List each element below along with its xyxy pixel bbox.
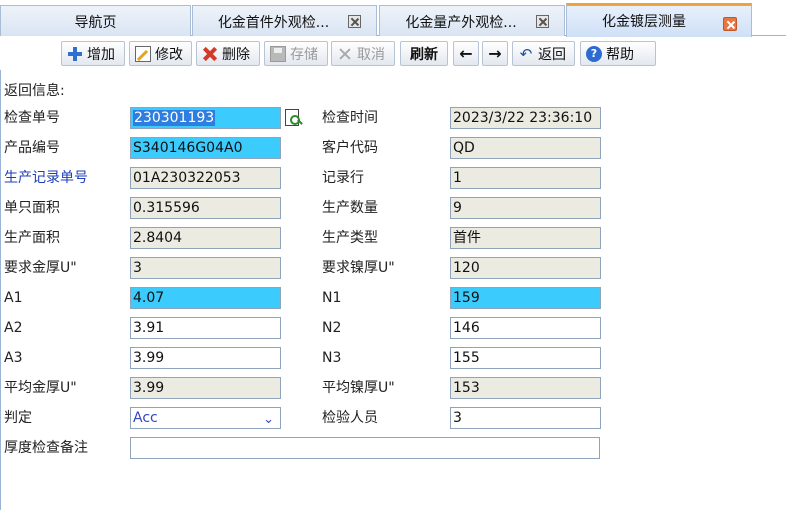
a2-label: A2 <box>4 320 23 336</box>
production-type-label: 生产类型 <box>322 230 378 246</box>
production-record-no-link[interactable]: 生产记录单号 <box>4 168 88 188</box>
refresh-button-label: 刷新 <box>410 46 438 63</box>
back-button-label: 返回 <box>538 46 566 63</box>
customer-code-label: 客户代码 <box>322 140 378 156</box>
thickness-note-field[interactable] <box>130 437 600 459</box>
unit-area-field[interactable]: 0.315596 <box>130 197 281 219</box>
close-icon[interactable] <box>723 17 737 31</box>
n2-label: N2 <box>322 320 342 336</box>
n2-field[interactable]: 146 <box>450 317 601 339</box>
delete-icon <box>202 46 218 62</box>
close-icon[interactable] <box>348 15 361 28</box>
customer-code-field[interactable]: QD <box>450 137 601 159</box>
tab-first-article-inspection[interactable]: 化金首件外观检... <box>192 5 377 36</box>
edit-button[interactable]: 修改 <box>129 41 192 66</box>
tab-plating-measurement[interactable]: 化金镀层测量 <box>566 3 752 37</box>
a1-field[interactable]: 4.07 <box>130 287 281 309</box>
save-icon <box>270 45 286 62</box>
average-gold-label: 平均金厚U" <box>4 380 77 396</box>
production-qty-label: 生产数量 <box>322 200 378 216</box>
add-button[interactable]: 增加 <box>61 41 125 66</box>
a2-field[interactable]: 3.91 <box>130 317 281 339</box>
edit-button-label: 修改 <box>155 46 183 63</box>
help-button-label: 帮助 <box>606 46 634 63</box>
plus-icon <box>67 46 83 62</box>
help-icon: ? <box>586 45 602 62</box>
inspection-no-label: 检查单号 <box>4 110 60 126</box>
a3-label: A3 <box>4 350 23 366</box>
thickness-note-label: 厚度检查备注 <box>4 440 88 456</box>
record-row-field[interactable]: 1 <box>450 167 601 189</box>
help-button[interactable]: ? 帮助 <box>580 41 656 66</box>
edit-icon <box>135 45 151 62</box>
production-area-label: 生产面积 <box>4 230 60 246</box>
inspector-field[interactable]: 3 <box>450 407 601 429</box>
record-row-label: 记录行 <box>322 170 364 186</box>
production-record-no-field[interactable]: 01A230322053 <box>130 167 281 189</box>
n3-field[interactable]: 155 <box>450 347 601 369</box>
production-type-field[interactable]: 首件 <box>450 227 601 249</box>
chevron-down-icon[interactable]: ⌄ <box>263 410 274 428</box>
average-nickel-field[interactable]: 153 <box>450 377 601 399</box>
n1-field[interactable]: 159 <box>450 287 601 309</box>
production-area-field[interactable]: 2.8404 <box>130 227 281 249</box>
next-button[interactable]: → <box>482 41 508 66</box>
left-divider <box>0 70 1 510</box>
close-icon[interactable] <box>536 15 549 28</box>
tab-plating-measurement-label: 化金镀层测量 <box>602 14 686 30</box>
tab-navigation-label: 导航页 <box>74 15 117 31</box>
arrow-left-icon: ← <box>459 44 473 63</box>
a1-label: A1 <box>4 290 23 306</box>
tab-bar: 导航页 化金首件外观检... 化金量产外观检... 化金镀层测量 <box>0 0 786 37</box>
inspection-time-label: 检查时间 <box>322 110 378 126</box>
production-qty-field[interactable]: 9 <box>450 197 601 219</box>
tab-navigation[interactable]: 导航页 <box>0 5 191 36</box>
toolbar: 增加 修改 删除 存储 取消 刷新 ← → ↶ 返回 ? 帮助 <box>0 37 786 70</box>
delete-button-label: 删除 <box>222 46 250 63</box>
n1-label: N1 <box>322 290 342 306</box>
tab-first-article-label: 化金首件外观检... <box>217 15 330 31</box>
refresh-button[interactable]: 刷新 <box>400 41 448 66</box>
required-gold-field[interactable]: 3 <box>130 257 281 279</box>
required-nickel-field[interactable]: 120 <box>450 257 601 279</box>
judgement-label: 判定 <box>4 410 32 426</box>
inspector-label: 检验人员 <box>322 410 378 426</box>
tab-mass-production-label: 化金量产外观检... <box>405 15 517 31</box>
cancel-icon <box>337 46 353 62</box>
undo-icon: ↶ <box>519 44 533 63</box>
judgement-value: Acc <box>133 410 158 426</box>
a3-field[interactable]: 3.99 <box>130 347 281 369</box>
required-gold-label: 要求金厚U" <box>4 260 77 276</box>
required-nickel-label: 要求镍厚U" <box>322 260 395 276</box>
save-button-label: 存储 <box>290 46 318 63</box>
judgement-select[interactable]: Acc ⌄ <box>130 407 281 429</box>
tab-mass-production-inspection[interactable]: 化金量产外观检... <box>379 5 565 36</box>
inspection-no-value: 230301193 <box>133 110 216 126</box>
average-gold-field[interactable]: 3.99 <box>130 377 281 399</box>
save-button[interactable]: 存储 <box>264 41 328 66</box>
cancel-button-label: 取消 <box>357 46 385 63</box>
lookup-icon[interactable] <box>285 109 300 126</box>
product-no-field[interactable]: S340146G04A0 <box>130 137 281 159</box>
delete-button[interactable]: 删除 <box>196 41 260 66</box>
back-button[interactable]: ↶ 返回 <box>512 41 575 66</box>
n3-label: N3 <box>322 350 342 366</box>
arrow-right-icon: → <box>488 44 502 63</box>
previous-button[interactable]: ← <box>453 41 479 66</box>
return-info-label: 返回信息: <box>4 83 65 99</box>
inspection-time-field[interactable]: 2023/3/22 23:36:10 <box>450 107 601 129</box>
unit-area-label: 单只面积 <box>4 200 60 216</box>
product-no-label: 产品编号 <box>4 140 60 156</box>
average-nickel-label: 平均镍厚U" <box>322 380 395 396</box>
inspection-no-field[interactable]: 230301193 <box>130 107 281 129</box>
add-button-label: 增加 <box>87 46 115 63</box>
cancel-button[interactable]: 取消 <box>331 41 395 66</box>
